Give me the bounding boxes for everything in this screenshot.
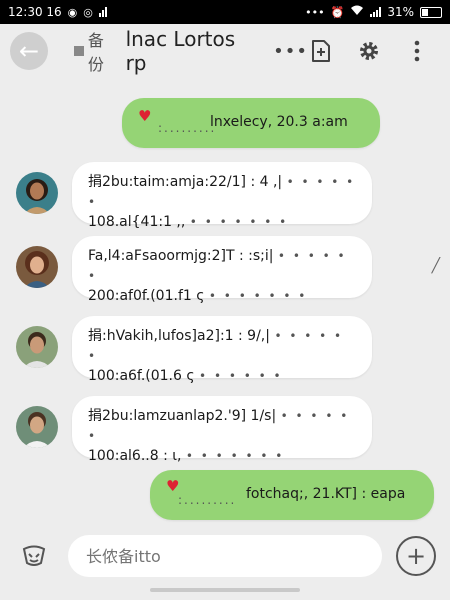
- add-document-icon: [312, 40, 330, 62]
- incoming-bubble[interactable]: 捐2bu:taim:amja:22/1] : 4 ,| • • • • • • …: [72, 162, 372, 230]
- gear-icon: [360, 42, 378, 60]
- message-row: ♥ :......... fotchaq;, 21.KT] : eapa: [150, 470, 434, 520]
- back-button[interactable]: ←: [10, 32, 48, 70]
- contact-avatar[interactable]: [16, 406, 58, 448]
- message-row: 捐2bu:taim:amja:22/1] : 4 ,| • • • • • • …: [16, 162, 372, 230]
- message-line: 200:af0f.(01.f1 ς: [88, 288, 205, 304]
- add-attachment-button[interactable]: +: [396, 536, 436, 576]
- sync-icon: ◎: [83, 5, 93, 19]
- message-row: Fa,l4:aFsaoormjg:2]T : :s;i| • • • • • •…: [16, 236, 372, 304]
- chat-title: lnac Lortos rp: [125, 27, 236, 75]
- message-line: 捐:hVakih,lufos]a2]:1 : 9/,|: [88, 328, 270, 344]
- message-composer: +: [0, 528, 450, 584]
- back-arrow-icon: ←: [18, 37, 40, 65]
- message-dots: :.........: [158, 121, 217, 135]
- add-document-button[interactable]: [308, 38, 334, 64]
- battery-icon: [420, 6, 442, 18]
- message-row: ♥ :......... lnxelecy, 20.3 a:am: [122, 98, 380, 148]
- incoming-bubble[interactable]: 捐:hVakih,lufos]a2]:1 : 9/,| • • • • • • …: [72, 316, 372, 384]
- message-row: 捐:hVakih,lufos]a2]:1 : 9/,| • • • • • • …: [16, 316, 372, 384]
- heart-icon: ♥: [138, 107, 152, 125]
- title-prefix: 备份: [74, 27, 120, 75]
- contact-avatar[interactable]: [16, 326, 58, 368]
- incoming-bubble[interactable]: 捐2bu:lamzuanlap2.'9] 1/s| • • • • • • 10…: [72, 396, 372, 464]
- wifi-icon: [350, 5, 364, 19]
- message-line: Fa,l4:aFsaoormjg:2]T : :s;i|: [88, 248, 274, 264]
- notification-icon: ◉: [67, 5, 78, 19]
- message-line: 108.al{41:1 ,,: [88, 214, 186, 230]
- contact-avatar[interactable]: [16, 172, 58, 214]
- message-row: 捐2bu:lamzuanlap2.'9] 1/s| • • • • • • 10…: [16, 396, 372, 464]
- status-bar: 12:30 16 ◉ ◎ ••• ⏰ 31%: [0, 0, 450, 24]
- document-icon: [74, 46, 84, 56]
- message-dots: • • • • • • •: [185, 449, 285, 463]
- status-time: 12:30 16: [8, 5, 62, 19]
- message-dots: :.........: [178, 493, 237, 507]
- message-line: 100:al6..8 : ι,: [88, 448, 182, 464]
- message-input-box[interactable]: [68, 535, 382, 577]
- edit-mark-icon: ╱: [431, 258, 440, 274]
- outgoing-bubble[interactable]: ♥ :......... fotchaq;, 21.KT] : eapa: [150, 470, 434, 520]
- title-prefix-text: 备份: [87, 31, 104, 74]
- vertical-dots-icon: [414, 40, 420, 62]
- settings-button[interactable]: [356, 38, 382, 64]
- outgoing-bubble[interactable]: ♥ :......... lnxelecy, 20.3 a:am: [122, 98, 380, 148]
- message-dots: • • • • • • •: [189, 215, 289, 229]
- message-input[interactable]: [84, 545, 366, 567]
- overflow-menu-button[interactable]: [404, 38, 430, 64]
- message-dots: • • • • • •: [199, 369, 283, 383]
- message-dots: • • • • • • •: [208, 289, 308, 303]
- message-line: 捐2bu:taim:amja:22/1] : 4 ,|: [88, 174, 283, 190]
- message-line: 100:a6f.(01.6 ς: [88, 368, 195, 384]
- sticker-icon: [22, 545, 46, 566]
- battery-percent: 31%: [387, 5, 414, 19]
- signal-icon: [370, 7, 382, 17]
- more-status-icon: •••: [305, 5, 325, 19]
- message-text: lnxelecy, 20.3 a:am: [210, 114, 348, 130]
- chat-title-area[interactable]: 备份 lnac Lortos rp •••: [74, 27, 308, 75]
- chat-header: ← 备份 lnac Lortos rp •••: [0, 24, 450, 78]
- message-text: fotchaq;, 21.KT] : eapa: [246, 486, 406, 502]
- incoming-bubble[interactable]: Fa,l4:aFsaoormjg:2]T : :s;i| • • • • • •…: [72, 236, 372, 304]
- message-line: 捐2bu:lamzuanlap2.'9] 1/s|: [88, 408, 277, 424]
- home-indicator: [150, 588, 300, 592]
- signal-small-icon: [98, 7, 107, 17]
- title-more-icon: •••: [273, 40, 308, 62]
- alarm-icon: ⏰: [330, 5, 345, 19]
- voice-toggle-button[interactable]: [14, 536, 54, 576]
- plus-icon: +: [405, 542, 427, 570]
- contact-avatar[interactable]: [16, 246, 58, 288]
